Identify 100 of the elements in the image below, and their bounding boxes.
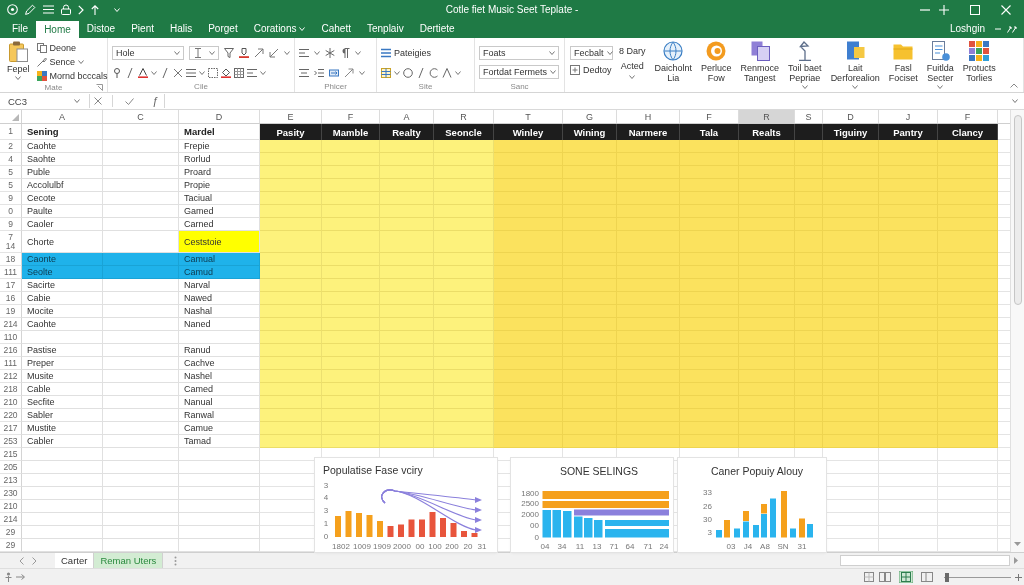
check-icon[interactable] [125, 97, 134, 105]
merge-icon[interactable] [329, 68, 339, 78]
name-box[interactable]: CC3 [0, 94, 90, 108]
maximize-icon[interactable] [970, 4, 980, 15]
ribbon-button[interactable]: Toil baet Pepriae [785, 41, 825, 89]
lock-icon[interactable] [61, 4, 71, 15]
menu-tab[interactable]: Home [36, 21, 79, 38]
page-layout-icon[interactable] [878, 571, 892, 583]
border-icon[interactable] [208, 68, 218, 78]
row-header[interactable]: 111 [0, 357, 22, 370]
ribbon-button[interactable]: Fasl Fociset [885, 41, 921, 83]
row-header[interactable]: 220 [0, 409, 22, 422]
align-center-icon[interactable] [299, 68, 309, 78]
row-header[interactable]: 2 [0, 140, 22, 153]
row-header[interactable]: 210 [0, 396, 22, 409]
up-arrow-icon[interactable] [91, 4, 99, 15]
vertical-scrollbar[interactable] [1010, 110, 1024, 552]
ribbon-button[interactable]: Daicholnt Lia [651, 41, 696, 83]
slash-icon[interactable] [160, 68, 170, 78]
ribbon-button[interactable]: Mornd bcccals [36, 69, 108, 82]
row-header[interactable]: 217 [0, 422, 22, 435]
menu-tab[interactable]: Dertiete [411, 19, 463, 38]
circle-icon[interactable] [7, 4, 18, 15]
align-left-icon[interactable] [299, 48, 309, 58]
caret-icon[interactable] [199, 71, 205, 75]
caret-icon[interactable] [359, 71, 365, 75]
indent-icon[interactable] [314, 68, 324, 78]
paste-button[interactable]: Fepel [4, 41, 33, 80]
row-header[interactable]: 213 [0, 474, 22, 487]
caret-icon[interactable] [260, 71, 266, 75]
peak-icon[interactable] [442, 68, 452, 78]
font-name-field[interactable]: Hole [112, 46, 184, 60]
resize-arrows-icon[interactable] [1007, 24, 1017, 33]
caret-icon[interactable] [394, 71, 400, 75]
row-header[interactable]: 19 [0, 305, 22, 318]
row-header[interactable]: 1 [0, 124, 22, 140]
dropdown[interactable]: Fortdat Fermets [479, 65, 559, 79]
cross-icon[interactable] [173, 68, 183, 78]
page-break-view-icon[interactable] [899, 571, 913, 583]
split-view-icon[interactable] [920, 571, 934, 583]
row-header[interactable]: 5 [0, 179, 22, 192]
menu-tab[interactable]: Distoe [78, 19, 124, 38]
font-color-icon[interactable] [138, 68, 148, 78]
row-header[interactable]: 9 [0, 218, 22, 231]
chevron-right-icon[interactable] [78, 4, 84, 15]
normal-view-icon[interactable] [862, 571, 876, 583]
row-header[interactable]: 205 [0, 461, 22, 474]
row-header[interactable]: 110 [0, 331, 22, 344]
column-header[interactable]: A [380, 110, 434, 123]
ribbon-button[interactable]: Protucts Torlies [959, 41, 999, 83]
column-header[interactable]: G [563, 110, 617, 123]
horizontal-scrollbar[interactable] [840, 555, 1010, 566]
arc-icon[interactable] [429, 68, 439, 78]
menu-tab[interactable]: Tenplaiv [358, 19, 412, 38]
column-header[interactable]: R [739, 110, 795, 123]
zoom-in-icon[interactable] [1015, 573, 1022, 581]
align-left-icon[interactable] [247, 68, 257, 78]
column-header[interactable]: H [617, 110, 680, 123]
insert-function-button[interactable]: ƒ [152, 95, 159, 107]
row-header[interactable]: 214 [0, 318, 22, 331]
row-header[interactable]: 253 [0, 435, 22, 448]
dash-icon[interactable] [995, 27, 1001, 30]
fill-color-icon[interactable] [221, 68, 231, 78]
ribbon-button[interactable]: Lait Derforealion [827, 41, 883, 89]
ribbon-button[interactable]: Pateigies [381, 48, 432, 58]
row-header[interactable]: 230 [0, 487, 22, 500]
row-header[interactable]: 212 [0, 370, 22, 383]
font-size-field[interactable] [189, 46, 219, 60]
cancel-icon[interactable] [94, 97, 102, 105]
sheet-tab[interactable]: Carter [55, 553, 95, 568]
dialog-launcher-icon[interactable] [96, 84, 103, 91]
menu-tab[interactable]: Cahett [313, 19, 359, 38]
caret-icon[interactable] [314, 51, 320, 55]
ribbon-button[interactable]: Deone [36, 41, 108, 54]
list-icon[interactable] [43, 5, 54, 14]
ribbon-button[interactable]: Sence [36, 55, 108, 68]
menu-tab[interactable]: Porget [200, 19, 246, 38]
diagonal-arrow-icon[interactable] [344, 68, 354, 78]
dropdown[interactable]: Foats [479, 46, 559, 60]
slash-icon[interactable] [416, 68, 426, 78]
shrink-arrow-icon[interactable] [269, 48, 279, 58]
ribbon-button[interactable]: Acted [617, 61, 647, 79]
pilcrow-icon[interactable] [340, 48, 350, 58]
grid-icon[interactable] [234, 68, 244, 78]
table-icon[interactable] [381, 68, 391, 78]
lines-icon[interactable] [186, 68, 196, 78]
row-header[interactable]: 210 [0, 500, 22, 513]
caret-icon[interactable] [151, 71, 157, 75]
ribbon-button[interactable]: Renmoce Tangest [737, 41, 783, 83]
column-header[interactable]: R [434, 110, 494, 123]
ribbon-button[interactable]: Perluce Fow [698, 41, 735, 83]
row-header[interactable]: 0 [0, 205, 22, 218]
column-header[interactable]: T [494, 110, 563, 123]
caret-icon[interactable] [284, 51, 290, 55]
menu-tab[interactable]: Corations [245, 19, 314, 38]
column-header[interactable]: A [22, 110, 103, 123]
menu-tab[interactable]: File [4, 19, 37, 38]
next-sheet-icon[interactable] [31, 556, 37, 565]
row-header[interactable]: 215 [0, 448, 22, 461]
ribbon-button[interactable]: Fuitlda Secter [923, 41, 957, 89]
